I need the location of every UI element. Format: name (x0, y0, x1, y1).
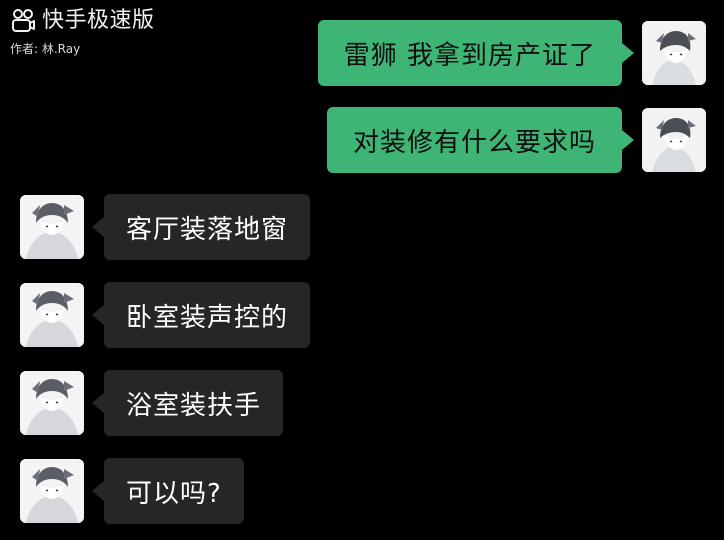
message-text: 客厅装落地窗 (126, 214, 289, 245)
character-avatar-icon (20, 459, 84, 523)
author-credit: 作者: 林.Ray (10, 42, 81, 56)
avatar[interactable] (20, 459, 84, 523)
message-text: 浴室装扶手 (126, 390, 262, 421)
chat-message: 可以吗? (20, 458, 244, 524)
character-avatar-icon (642, 108, 706, 172)
message-text: 对装修有什么要求吗 (352, 127, 596, 158)
sent-bubble[interactable]: 雷狮 我拿到房产证了 (317, 20, 622, 86)
message-text: 雷狮 我拿到房产证了 (343, 40, 596, 71)
app-name: 快手极速版 (42, 8, 155, 33)
watermark-title-row: 快手极速版 (10, 8, 155, 34)
avatar[interactable] (642, 21, 706, 85)
watermark: 快手极速版 作者: 林.Ray (10, 8, 155, 57)
chat-message: 浴室装扶手 (20, 370, 284, 436)
character-avatar-icon (20, 371, 84, 435)
avatar[interactable] (642, 108, 706, 172)
character-avatar-icon (20, 195, 84, 259)
avatar[interactable] (20, 195, 84, 259)
character-avatar-icon (20, 283, 84, 347)
character-avatar-icon (642, 21, 706, 85)
received-bubble[interactable]: 卧室装声控的 (104, 282, 311, 348)
received-bubble[interactable]: 可以吗? (104, 458, 244, 524)
message-text: 卧室装声控的 (126, 302, 289, 333)
chat-message: 对装修有什么要求吗 (326, 107, 706, 173)
avatar[interactable] (20, 283, 84, 347)
message-text: 可以吗? (126, 478, 222, 509)
chat-message: 卧室装声控的 (20, 282, 311, 348)
received-bubble[interactable]: 客厅装落地窗 (104, 194, 311, 260)
avatar[interactable] (20, 371, 84, 435)
kuaishou-logo-icon (12, 9, 35, 32)
chat-message: 客厅装落地窗 (20, 194, 311, 260)
received-bubble[interactable]: 浴室装扶手 (104, 370, 284, 436)
chat-message: 雷狮 我拿到房产证了 (317, 20, 706, 86)
sent-bubble[interactable]: 对装修有什么要求吗 (326, 107, 622, 173)
